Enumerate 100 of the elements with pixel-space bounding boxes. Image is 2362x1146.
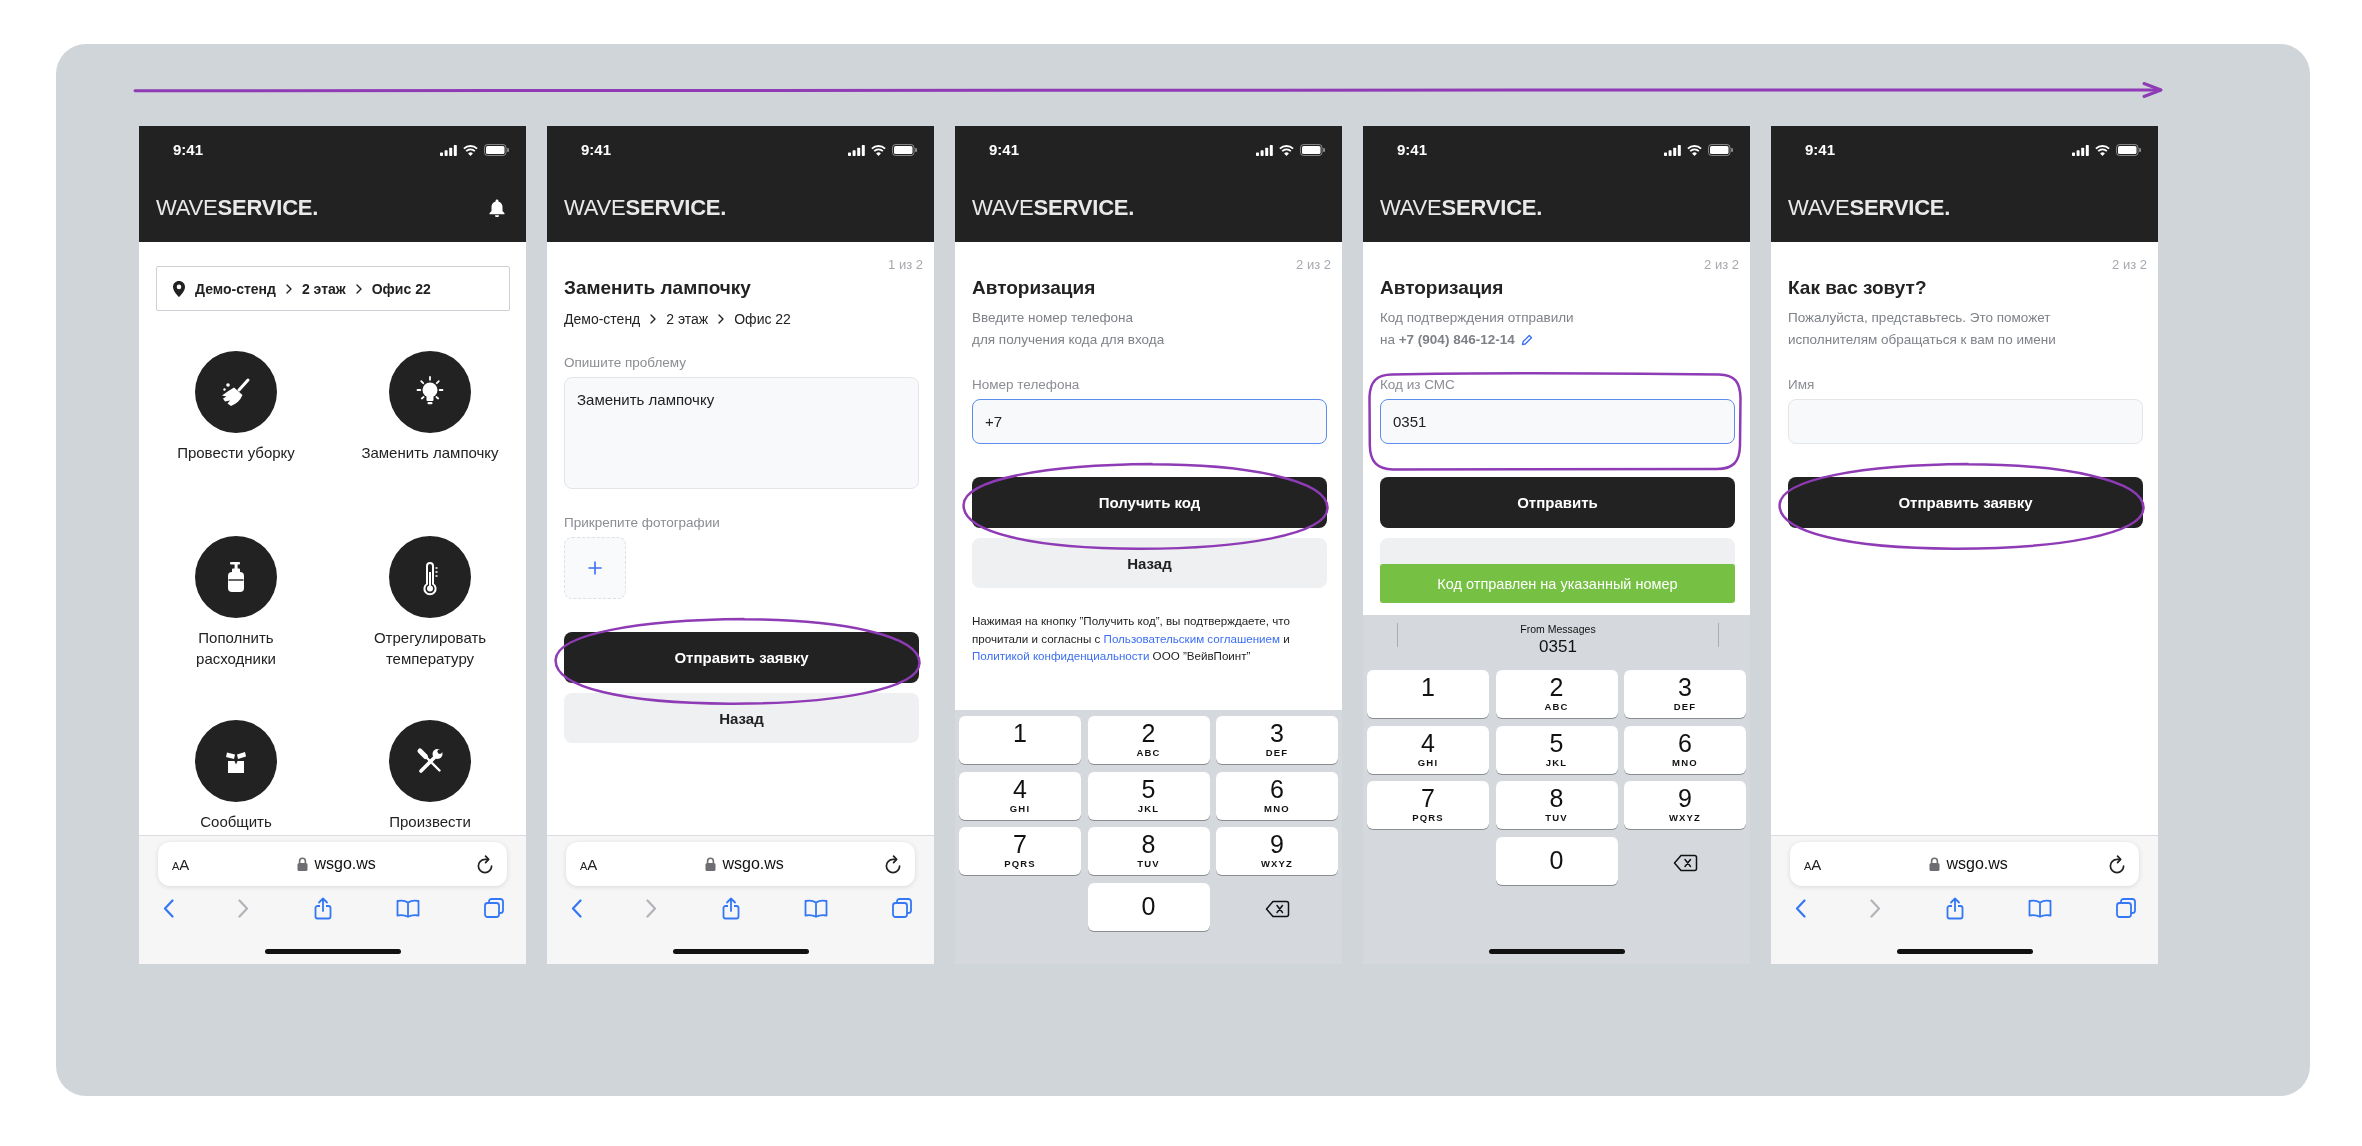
secondary-button[interactable]: Назад [972, 538, 1327, 588]
text-input[interactable] [1788, 399, 2143, 444]
service-button[interactable]: Провести уборку [177, 351, 295, 463]
service-button[interactable]: Произвести [389, 720, 471, 832]
app-logo: WAVESERVICE. [564, 195, 727, 221]
keypad-key[interactable]: 8 TUV [1087, 827, 1210, 875]
tabs-icon[interactable] [892, 898, 912, 918]
service-button[interactable]: Отрегулировать температуру [352, 535, 508, 669]
signal-icon [2072, 144, 2089, 156]
bell-icon[interactable] [489, 199, 505, 217]
service-button[interactable]: Заменить лампочку [361, 351, 499, 463]
back-icon[interactable] [571, 898, 582, 918]
book-icon[interactable] [395, 898, 420, 918]
keypad-key[interactable]: 5 JKL [1495, 725, 1618, 774]
app-logo: WAVESERVICE. [1788, 195, 1951, 221]
keypad-key[interactable]: 0 [1087, 882, 1210, 931]
secondary-button[interactable]: Назад [564, 693, 919, 743]
app-logo: WAVESERVICE. [972, 195, 1135, 221]
service-button[interactable]: Пополнить расходники [158, 535, 314, 669]
breadcrumb-item: Демо-стенд [564, 310, 641, 328]
location-selector[interactable]: Демо-стенд 2 этаж Офис 22 [156, 266, 510, 311]
reload-icon[interactable] [477, 854, 494, 874]
step-counter: 1 из 2 [888, 256, 923, 274]
wifi-icon [871, 144, 886, 156]
keypad-key[interactable]: 7 PQRS [959, 827, 1081, 875]
light-bulb-icon [389, 351, 471, 433]
tabs-icon[interactable] [2116, 898, 2136, 918]
battery-icon [1300, 144, 1325, 156]
text-input[interactable]: +7 [972, 399, 1327, 444]
book-icon[interactable] [803, 898, 828, 918]
keypad-key[interactable]: 9 WXYZ [1216, 827, 1338, 875]
keypad-key[interactable]: 8 TUV [1495, 781, 1618, 829]
primary-button[interactable]: Отправить [1380, 477, 1735, 528]
signal-icon [440, 144, 457, 156]
backspace-icon [1264, 899, 1290, 918]
keypad-key[interactable]: 4 GHI [1367, 725, 1489, 774]
autofill-suggestion[interactable]: From Messages 0351 [1398, 621, 1718, 657]
text-size-button[interactable]: AA [580, 855, 598, 873]
breadcrumb-item: 2 этаж [301, 279, 346, 298]
keypad-key[interactable]: 9 WXYZ [1624, 781, 1746, 829]
text-input[interactable]: 0351 [1380, 399, 1735, 444]
text-area[interactable]: Заменить лампочку [564, 377, 919, 489]
reload-icon[interactable] [885, 854, 902, 874]
map-pin-icon [173, 280, 185, 297]
keypad-key[interactable]: 3 DEF [1216, 716, 1338, 764]
reload-icon[interactable] [2109, 854, 2126, 874]
recipient-phone: на +7 (904) 846-12-14 [1380, 331, 1515, 349]
keypad-key[interactable]: 1 [959, 716, 1081, 764]
keypad-key[interactable]: 1 [1367, 670, 1489, 718]
link[interactable]: Политикой конфиденциальности [972, 649, 1150, 662]
lock-icon [1928, 857, 1940, 871]
step-counter: 2 из 2 [1704, 256, 1739, 274]
forward-icon[interactable] [646, 898, 658, 918]
address-bar[interactable]: AA wsgo.ws [566, 842, 915, 886]
forward-icon[interactable] [1870, 898, 1882, 918]
keypad-key[interactable]: 3 DEF [1624, 670, 1746, 718]
keypad-key[interactable]: 2 ABC [1495, 670, 1618, 718]
primary-button[interactable]: Отправить заявку [564, 632, 919, 683]
keypad-key[interactable]: 2 ABC [1087, 716, 1210, 764]
keypad-key[interactable]: 6 MNO [1216, 771, 1338, 820]
status-time: 9:41 [1397, 141, 1428, 159]
tabs-icon[interactable] [484, 898, 504, 918]
link[interactable]: Пользовательским соглашением [1103, 631, 1280, 645]
text-size-button[interactable]: AA [1804, 855, 1822, 873]
signal-icon [1664, 144, 1681, 156]
share-icon[interactable] [721, 896, 740, 920]
chevron-right-icon [718, 314, 725, 324]
chevron-right-icon [285, 283, 292, 294]
thermometer-icon [389, 535, 471, 618]
keypad-key[interactable]: 4 GHI [959, 771, 1081, 820]
status-time: 9:41 [989, 141, 1020, 159]
primary-button[interactable]: Получить код [972, 477, 1327, 528]
address-bar[interactable]: AA wsgo.ws [158, 842, 507, 886]
primary-button[interactable]: Отправить заявку [1788, 477, 2143, 528]
address-bar[interactable]: AA wsgo.ws [1790, 842, 2139, 886]
screen-subtitle: Пожалуйста, представьтесь. Это поможет исполнителям обращаться к вам по имени [1788, 309, 2056, 349]
back-icon[interactable] [163, 898, 174, 918]
keypad-key[interactable]: 7 PQRS [1367, 781, 1489, 829]
keypad-key[interactable]: 0 [1495, 836, 1618, 885]
share-icon[interactable] [1945, 896, 1964, 920]
screen-title: Как вас зовут? [1788, 276, 1928, 300]
keypad-key[interactable]: 5 JKL [1087, 771, 1210, 820]
service-button[interactable]: Сообщить [195, 720, 277, 832]
step-counter: 2 из 2 [2112, 256, 2147, 274]
step-counter: 2 из 2 [1296, 256, 1331, 274]
lock-icon [704, 857, 716, 871]
text-size-button[interactable]: AA [172, 855, 190, 873]
pencil-icon[interactable] [1520, 334, 1533, 346]
wifi-icon [2095, 144, 2110, 156]
wifi-icon [463, 144, 478, 156]
back-icon[interactable] [1795, 898, 1806, 918]
legal-notice: Нажимая на кнопку ”Получить код”, вы подтверждаете, что прочитали и согласны с Пользовательским соглашением и Политикой конфиденциальности ООО ”ВейвПоинт” [972, 613, 1291, 664]
broken-box-icon [195, 720, 277, 802]
forward-icon[interactable] [238, 898, 250, 918]
app-logo: WAVESERVICE. [1380, 195, 1543, 221]
book-icon[interactable] [2027, 898, 2052, 918]
keypad-key[interactable]: 6 MNO [1624, 725, 1746, 774]
share-icon[interactable] [313, 896, 332, 920]
screen-subtitle: Введите номер телефона для получения кода для входа [972, 309, 1165, 349]
battery-icon [2116, 144, 2141, 156]
